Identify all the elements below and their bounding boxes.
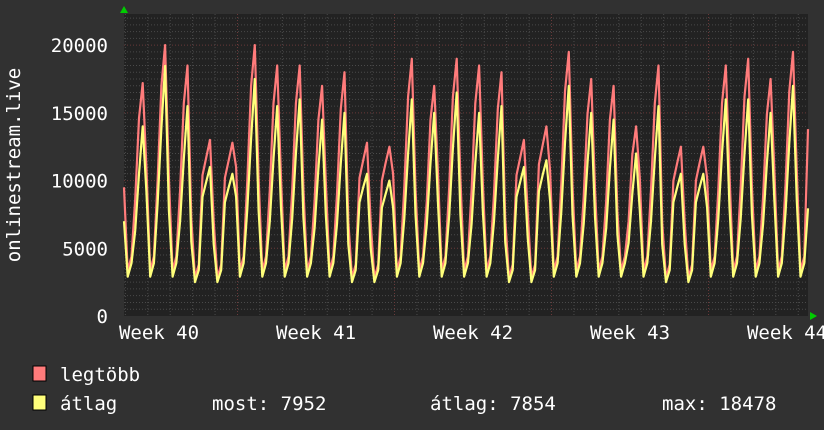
legend-swatch-max — [32, 365, 47, 382]
x-axis-arrow-icon — [810, 312, 817, 320]
y-axis-arrow-icon — [120, 6, 128, 13]
y-tick-label: 0 — [97, 306, 108, 328]
legend-swatch-avg — [32, 394, 47, 411]
x-tick-label: Week 43 — [590, 322, 670, 344]
chart-svg: 05000100001500020000 Week 40 Week 41 Week … — [3, 6, 824, 415]
y-tick-label: 15000 — [51, 103, 108, 125]
x-tick-label: Week 41 — [276, 322, 356, 344]
rrd-graph: 0 5000 10000 15000 20000 Week 40 Week 41 Week … — [0, 0, 824, 430]
legend-label-max: legtöbb — [60, 364, 140, 386]
stat-average: átlag: 7854 — [430, 393, 556, 415]
x-axis-ticks: Week 40 Week 41 Week 42 Week 43 Week 44 — [119, 322, 824, 344]
legend-label-avg: átlag — [60, 393, 117, 415]
y-tick-label: 20000 — [51, 35, 108, 57]
stat-now: most: 7952 — [212, 393, 326, 415]
stat-max: max: 18478 — [662, 393, 776, 415]
y-tick-label: 5000 — [62, 238, 108, 260]
y-axis-ticks: 0 5000 10000 15000 20000 — [51, 35, 108, 328]
y-tick-label: 10000 — [51, 171, 108, 193]
y-axis-label: onlinestream.live — [3, 68, 25, 262]
x-tick-label: Week 44 — [747, 322, 824, 344]
x-tick-label: Week 40 — [119, 322, 199, 344]
x-tick-label: Week 42 — [433, 322, 513, 344]
